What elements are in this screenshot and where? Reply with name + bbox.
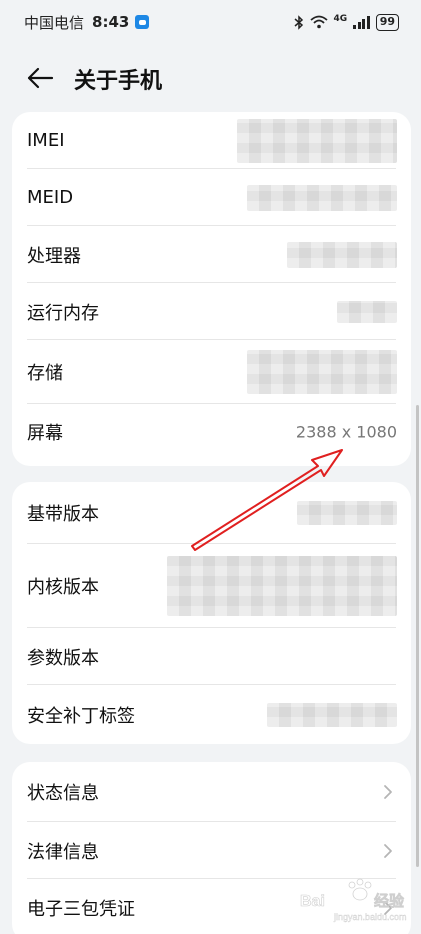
info-row-security-patch[interactable]: 安全补丁标签 [12,685,411,744]
list-item-label: 状态信息 [27,783,99,804]
info-row-label: 屏幕 [27,422,63,444]
wifi-icon [309,15,328,29]
info-row-label: 运行内存 [27,302,99,324]
info-row-storage[interactable]: 存储 [12,340,411,404]
info-row-label: MEID [27,187,74,208]
chevron-right-icon [384,843,392,858]
list-item-label: 法律信息 [27,841,99,863]
info-row-label: 基带版本 [27,504,99,525]
info-row-label: 存储 [27,363,63,384]
info-row-ram[interactable]: 运行内存 [12,283,411,340]
info-row-screen[interactable]: 屏幕 2388 x 1080 [12,404,411,459]
redacted-value [237,118,397,163]
page-title: 关于手机 [74,69,163,94]
screen-resolution-value: 2388 x 1080 [295,422,397,441]
status-bar: 中国电信 8:43 4G 99 [0,0,421,44]
info-row-label: 参数版本 [27,647,99,669]
carrier-name: 中国电信 [24,13,85,32]
baidu-jingyan-watermark: Bai 经验 jingyan.baidu.com [300,878,407,922]
bluetooth-icon [294,14,303,30]
chevron-right-icon [384,785,392,799]
version-info-card: 基带版本 内核版本 参数版本 安全补丁标签 [12,482,411,744]
notification-app-icon [135,15,150,29]
info-row-baseband[interactable]: 基带版本 [12,482,411,544]
redacted-value [337,300,397,323]
svg-text:jingyan.baidu.com: jingyan.baidu.com [333,912,407,922]
battery-indicator: 99 [375,13,399,31]
info-row-imei[interactable]: IMEI [12,112,411,169]
info-row-label: 处理器 [27,245,81,267]
list-item-label: 电子三包凭证 [27,898,135,920]
info-row-meid[interactable]: MEID [12,169,411,226]
info-row-label: 安全补丁标签 [27,705,135,727]
list-item-status-info[interactable]: 状态信息 [12,762,411,822]
info-row-processor[interactable]: 处理器 [12,226,411,283]
status-left: 中国电信 8:43 [24,12,150,33]
network-type-label: 4G [333,13,348,24]
back-arrow-icon[interactable] [26,66,54,90]
svg-text:Bai: Bai [300,893,325,910]
info-row-kernel[interactable]: 内核版本 [12,544,411,628]
redacted-value [167,556,397,616]
svg-text:经验: 经验 [374,892,405,910]
scrollbar[interactable] [416,405,419,867]
info-row-parameter[interactable]: 参数版本 [12,628,411,685]
device-info-card: IMEI MEID 处理器 运行内存 存储 屏幕 2388 x 1080 [12,112,411,466]
redacted-value [287,241,397,268]
redacted-value [297,501,397,525]
status-right: 4G 99 [294,13,399,31]
redacted-value [247,184,397,211]
page-header: 关于手机 [0,52,421,104]
redacted-value [267,702,397,727]
signal-strength-icon [353,15,370,29]
redacted-value [247,350,397,394]
info-row-label: 内核版本 [27,577,99,598]
list-item-legal-info[interactable]: 法律信息 [12,822,411,879]
clock-time: 8:43 [92,13,130,31]
info-row-label: IMEI [27,130,65,151]
